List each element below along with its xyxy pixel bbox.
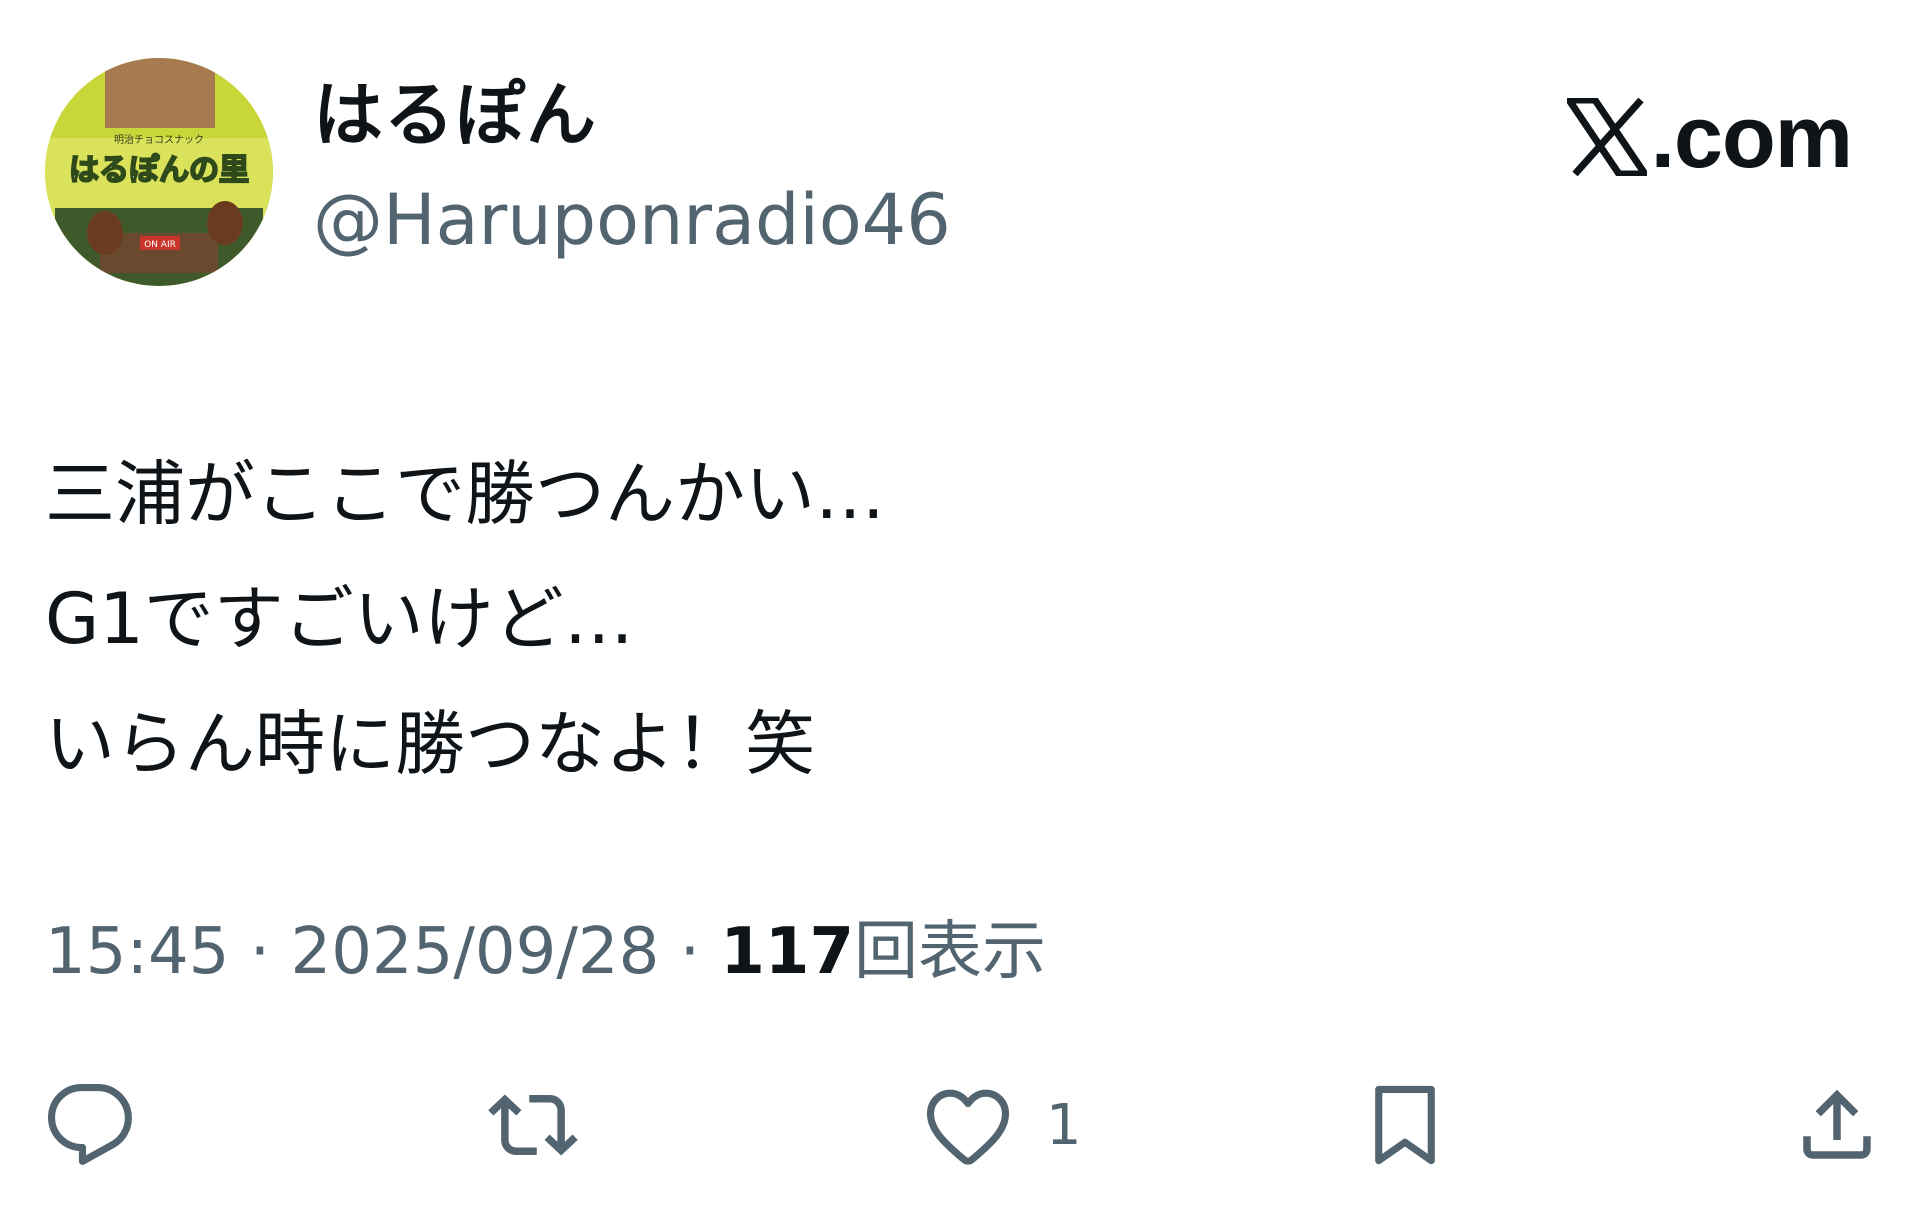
retweet-icon [488, 1094, 578, 1156]
reply-button[interactable] [45, 1070, 135, 1180]
brand-text: .com [1650, 87, 1853, 186]
views-count[interactable]: 117 [720, 915, 854, 989]
tweet-meta: 15:45 · 2025/09/28 · 117回表示 [45, 920, 1046, 984]
like-count: 1 [1046, 1092, 1082, 1158]
x-logo-icon [1566, 98, 1647, 176]
retweet-button[interactable] [478, 1070, 588, 1180]
like-button[interactable]: 1 [920, 1070, 1082, 1180]
meta-separator: · [659, 915, 721, 989]
avatar[interactable]: ON AIR 明治チョコスナック はるぽんの里 [45, 58, 273, 286]
bookmark-button[interactable] [1360, 1070, 1450, 1180]
avatar-image: ON AIR 明治チョコスナック はるぽんの里 [45, 58, 273, 286]
share-button[interactable] [1792, 1070, 1882, 1180]
tweet-line: G1ですごいけど… [45, 578, 634, 660]
bookmark-icon [1375, 1085, 1435, 1165]
tweet-line: いらん時に勝つなよ！笑 [45, 703, 815, 785]
tweet-text: 三浦がここで勝つんかい… G1ですごいけど… いらん時に勝つなよ！笑 [45, 432, 1825, 807]
brand-logo: .com [1566, 87, 1853, 186]
heart-icon [926, 1089, 1010, 1165]
display-name[interactable]: はるぽん [313, 80, 597, 150]
tweet-date[interactable]: 2025/09/28 [290, 915, 659, 989]
views-label[interactable]: 回表示 [854, 915, 1046, 989]
share-icon [1803, 1089, 1871, 1159]
reply-icon [48, 1083, 132, 1165]
avatar-sign-text: ON AIR [144, 240, 176, 250]
meta-separator: · [229, 915, 291, 989]
avatar-small-text: 明治チョコスナック [114, 133, 204, 146]
user-handle[interactable]: @Haruponradio46 [313, 185, 951, 255]
action-bar: 1 [0, 1070, 1920, 1180]
tweet-time[interactable]: 15:45 [45, 915, 229, 989]
avatar-logo-text: はるぽんの里 [69, 153, 249, 188]
tweet-line: 三浦がここで勝つんかい… [45, 453, 885, 535]
